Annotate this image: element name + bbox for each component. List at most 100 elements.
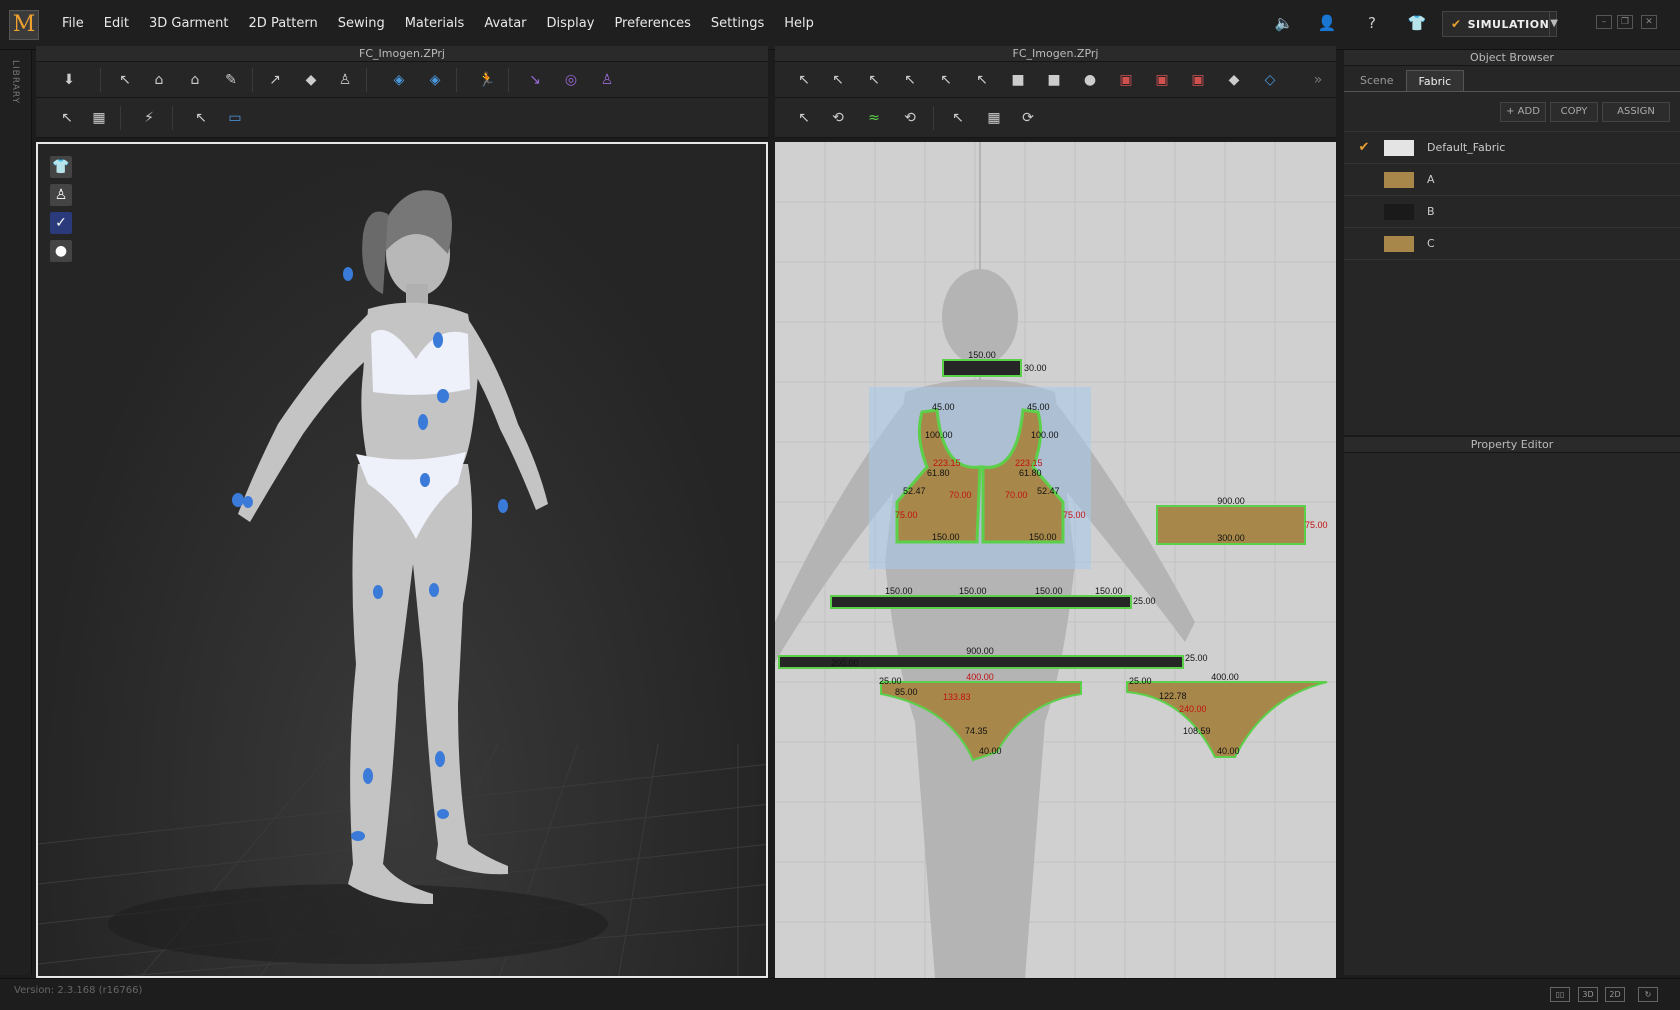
menu-edit[interactable]: Edit xyxy=(94,16,139,31)
viewport-3d[interactable]: 👕 ♙ ✓ ● xyxy=(36,142,768,978)
copy-button[interactable]: COPY xyxy=(1550,102,1598,122)
segment-sewing-icon[interactable]: ⟲ xyxy=(825,106,851,130)
curve-point-icon[interactable]: ↖ xyxy=(897,68,923,92)
viewport-2d[interactable]: 150.00 30.00 45.00 100.00 223.15 61.80 5… xyxy=(775,142,1336,978)
assign-button[interactable]: ASSIGN xyxy=(1602,102,1670,122)
arrangement-point-icon[interactable]: ◈ xyxy=(422,68,448,92)
rectangle-icon[interactable]: ■ xyxy=(1041,68,1067,92)
fabric-item[interactable]: ✔ Default_Fabric xyxy=(1344,132,1680,164)
select-mesh-icon[interactable]: ↖ xyxy=(54,106,80,130)
fabric-swatch xyxy=(1384,171,1414,188)
pattern-bottom-back[interactable]: 400.00 25.00 122.78 240.00 108.59 40.00 xyxy=(1126,672,1328,758)
check-sewing-icon[interactable]: ⟲ xyxy=(897,106,923,130)
menu-3d-garment[interactable]: 3D Garment xyxy=(139,16,239,31)
menu-preferences[interactable]: Preferences xyxy=(604,16,700,31)
avatar-pose-icon[interactable]: ♙ xyxy=(332,68,358,92)
close-icon[interactable]: ✕ xyxy=(1641,15,1657,29)
menu-display[interactable]: Display xyxy=(537,16,605,31)
tshirt-add-icon[interactable]: 👕 xyxy=(1407,14,1427,34)
add-button[interactable]: + ADD xyxy=(1500,102,1546,122)
view-3d-icon[interactable]: 3D xyxy=(1578,987,1598,1002)
tab-scene[interactable]: Scene xyxy=(1348,70,1406,91)
uv-grid-icon[interactable]: ▦ xyxy=(981,106,1007,130)
label-back-25: 25.00 xyxy=(1129,676,1152,686)
more-tools-icon[interactable]: » xyxy=(1305,68,1331,92)
polygon-icon[interactable]: ■ xyxy=(1005,68,1031,92)
garment-add-icon[interactable]: ⌂ xyxy=(146,68,172,92)
circle-icon[interactable]: ● xyxy=(1077,68,1103,92)
simulation-button[interactable]: ✔ SIMULATION ▼ xyxy=(1442,11,1558,37)
mesh-grid-icon[interactable]: ▦ xyxy=(86,106,112,130)
view-2d-icon[interactable]: 2D xyxy=(1605,987,1625,1002)
library-sidebar[interactable]: LIBRARY xyxy=(0,50,32,975)
circumference-icon[interactable]: ◎ xyxy=(558,68,584,92)
avatar-measure-icon[interactable]: ♙ xyxy=(594,68,620,92)
internal-polygon-icon[interactable]: ▣ xyxy=(1113,68,1139,92)
menu-settings[interactable]: Settings xyxy=(701,16,774,31)
arrangement-icon[interactable]: ◈ xyxy=(386,68,412,92)
split-view-icon[interactable]: ▯▯ xyxy=(1550,987,1570,1002)
label-back-240: 240.00 xyxy=(1179,704,1207,714)
pattern-long-band[interactable]: 900.00 200.00 25.00 xyxy=(778,646,1208,669)
pattern-bottom-front[interactable]: 400.00 25.00 85.00 133.83 74.35 40.00 xyxy=(879,672,1082,762)
menu-sewing[interactable]: Sewing xyxy=(328,16,395,31)
edit-sewing-icon[interactable]: ↖ xyxy=(791,106,817,130)
select-uv-icon[interactable]: ↖ xyxy=(945,106,971,130)
menu-materials[interactable]: Materials xyxy=(395,16,475,31)
label-rect-bottom: 300.00 xyxy=(1217,533,1245,543)
label-top-b: 100.00 xyxy=(925,430,953,440)
transform-pattern-icon[interactable]: ↖ xyxy=(791,68,817,92)
run-animation-icon[interactable]: 🏃 xyxy=(474,68,500,92)
garment-remove-icon[interactable]: ⌂ xyxy=(182,68,208,92)
free-sewing-icon[interactable]: ≈ xyxy=(861,106,887,130)
select-texture-icon[interactable]: ↖ xyxy=(188,106,214,130)
uv-rotate-icon[interactable]: ⟳ xyxy=(1015,106,1041,130)
label-top-e-r: 52.47 xyxy=(1037,486,1060,496)
restore-icon[interactable]: ❐ xyxy=(1617,15,1633,29)
internal-rect-icon[interactable]: ▣ xyxy=(1149,68,1175,92)
pattern-rectangle[interactable]: 900.00 300.00 75.00 xyxy=(1156,496,1328,545)
edit-point-icon[interactable]: ↖ xyxy=(825,68,851,92)
add-point-icon[interactable]: ↖ xyxy=(933,68,959,92)
garment-edit-icon[interactable]: ✎ xyxy=(218,68,244,92)
version-text: Version: 2.3.168 (r16766) xyxy=(14,985,143,996)
texture-icon[interactable]: ▭ xyxy=(222,106,248,130)
pin-icon[interactable]: ↗ xyxy=(262,68,288,92)
user-icon[interactable]: 👤 xyxy=(1317,14,1337,34)
help-icon[interactable]: ? xyxy=(1362,14,1382,34)
menu-help[interactable]: Help xyxy=(774,16,824,31)
fold-icon[interactable]: ⚡ xyxy=(136,106,162,130)
edit-curve-icon[interactable]: ↖ xyxy=(861,68,887,92)
menu-file[interactable]: File xyxy=(52,16,94,31)
menu-avatar[interactable]: Avatar xyxy=(474,16,536,31)
split-icon[interactable]: ↖ xyxy=(969,68,995,92)
tab-fabric[interactable]: Fabric xyxy=(1405,70,1465,91)
toolbar-3d-row1: ⬇ ↖ ⌂ ⌂ ✎ ↗ ◆ ♙ ◈ ◈ 🏃 ↘ ◎ ♙ xyxy=(36,62,768,98)
select-move-icon[interactable]: ↖ xyxy=(112,68,138,92)
view-head-icon[interactable]: ● xyxy=(50,240,72,262)
fabric-item[interactable]: C xyxy=(1344,228,1680,260)
fabric-item[interactable]: A xyxy=(1344,164,1680,196)
label-band-1: 150.00 xyxy=(885,586,913,596)
fabric-name: C xyxy=(1427,237,1435,250)
internal-circle-icon[interactable]: ▣ xyxy=(1185,68,1211,92)
dart-icon[interactable]: ◆ xyxy=(1221,68,1247,92)
view-garment-icon[interactable]: 👕 xyxy=(50,156,72,178)
measure-icon[interactable]: ↘ xyxy=(522,68,548,92)
toolbar-2d-row1: ↖ ↖ ↖ ↖ ↖ ↖ ■ ■ ● ▣ ▣ ▣ ◆ ◇ » xyxy=(775,62,1336,98)
download-icon[interactable]: ⬇ xyxy=(56,68,82,92)
view-fabric-icon[interactable]: ✓ xyxy=(50,212,72,234)
check-icon: ✔ xyxy=(1358,140,1370,155)
chevron-down-icon[interactable]: ▼ xyxy=(1549,12,1558,36)
tack-icon[interactable]: ◆ xyxy=(298,68,324,92)
notch-icon[interactable]: ◇ xyxy=(1257,68,1283,92)
label-top-d: 61.80 xyxy=(927,468,950,478)
minimize-icon[interactable]: – xyxy=(1596,15,1612,29)
fabric-item[interactable]: B xyxy=(1344,196,1680,228)
status-bar: Version: 2.3.168 (r16766) ▯▯ 3D 2D ↻ xyxy=(0,978,1680,1010)
view-avatar-icon[interactable]: ♙ xyxy=(50,184,72,206)
refresh-icon[interactable]: ↻ xyxy=(1638,987,1658,1002)
speaker-icon[interactable]: 🔈 xyxy=(1274,14,1294,34)
menu-2d-pattern[interactable]: 2D Pattern xyxy=(239,16,328,31)
label-strap-side: 30.00 xyxy=(1024,363,1047,373)
